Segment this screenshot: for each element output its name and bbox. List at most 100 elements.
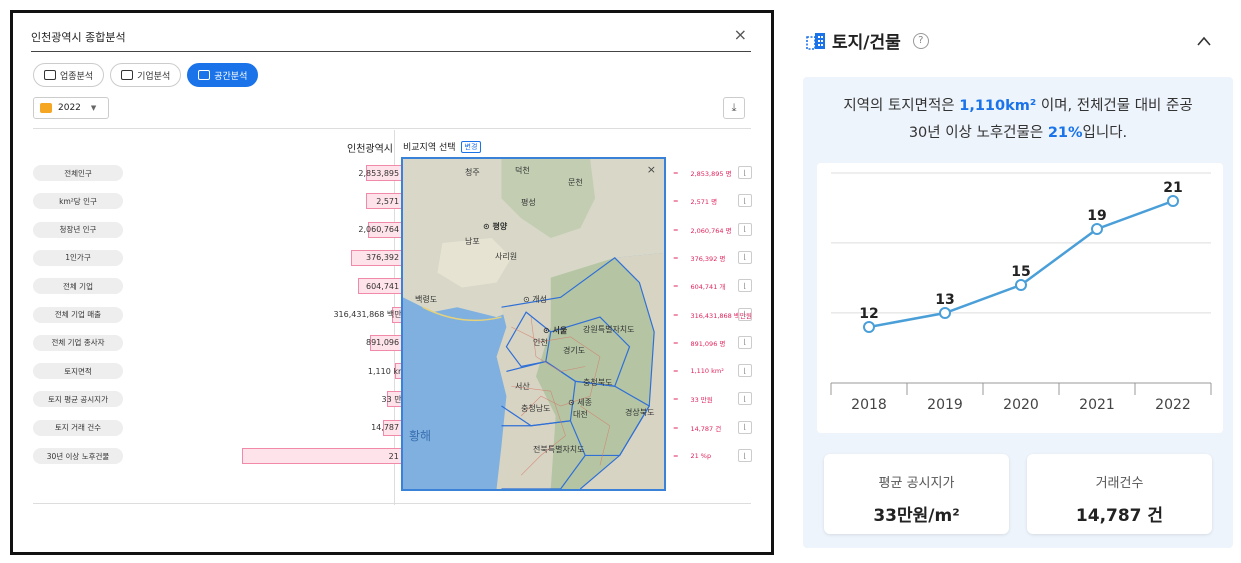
row-label: 토지면적 xyxy=(33,363,123,380)
tab-company[interactable]: 기업분석 xyxy=(110,63,182,87)
equals-sign: = xyxy=(673,310,679,319)
summary-line: 30년 이상 노후건물은 21%입니다. xyxy=(803,120,1233,147)
value-bar xyxy=(242,448,412,464)
map-label: 충청북도 xyxy=(583,378,613,387)
calendar-icon xyxy=(40,103,52,113)
stat-value: 33만원/m² xyxy=(873,506,960,526)
compare-column-header: 비교지역 선택 변경 xyxy=(403,140,482,153)
analysis-tabs: 업종분석 기업분석 공간분석 xyxy=(33,63,259,87)
map-label: 백령도 xyxy=(415,295,438,304)
chart-icon[interactable]: ⌊ xyxy=(738,166,752,179)
map-label: 사리원 xyxy=(495,252,518,261)
data-point[interactable] xyxy=(1015,279,1027,291)
x-tick-label: 2020 xyxy=(1003,397,1039,413)
row-label: km²당 인구 xyxy=(33,193,123,210)
row-label: 전체 기업 매출 xyxy=(33,306,123,323)
summary-area: 1,110km² xyxy=(959,98,1037,114)
map-label-text: 개성 xyxy=(532,295,547,304)
building-icon xyxy=(806,32,825,50)
compare-text: 376,392 명 xyxy=(690,254,726,263)
data-label: 12 xyxy=(859,306,878,322)
chevron-down-icon: ▼ xyxy=(90,104,97,112)
chevron-up-icon[interactable] xyxy=(1196,34,1212,50)
map-label-text: 세종 xyxy=(577,398,592,407)
equals-sign: = xyxy=(673,338,679,347)
download-button[interactable]: ⤓ xyxy=(723,97,745,119)
modal-title: 인천광역시 종합분석 xyxy=(31,31,126,44)
map-label: 대전 xyxy=(573,410,588,419)
x-tick-label: 2021 xyxy=(1079,397,1115,413)
data-point[interactable] xyxy=(1167,195,1179,207)
stat-card-price: 평균 공시지가 33만원/m² xyxy=(824,454,1009,534)
chart-icon[interactable]: ⌊ xyxy=(738,364,752,378)
row-label: 전체 기업 종사자 xyxy=(33,334,123,351)
data-point[interactable] xyxy=(863,321,875,333)
map-label: 충청남도 xyxy=(521,404,551,413)
compare-header-label: 비교지역 선택 xyxy=(403,143,456,153)
close-icon[interactable]: × xyxy=(734,25,747,44)
compare-value: = 604,741 개 xyxy=(673,278,725,294)
compare-value: = 2,060,764 명 xyxy=(673,222,732,238)
chart-icon[interactable]: ⌊ xyxy=(738,420,752,434)
row-label: 청장년 인구 xyxy=(33,221,123,238)
chart-icon[interactable]: ⌊ xyxy=(738,194,752,208)
summary-text: 지역의 토지면적은 1,110km² 이며, 전체건물 대비 준공 30년 이상… xyxy=(803,93,1233,147)
map-label: 경상북도 xyxy=(625,408,655,417)
data-point[interactable] xyxy=(939,307,951,319)
stat-label: 평균 공시지가 xyxy=(878,476,955,491)
equals-sign: = xyxy=(673,423,679,432)
data-label: 15 xyxy=(1011,264,1030,280)
chart-icon[interactable]: ⌊ xyxy=(738,392,752,406)
compare-value: = 21 %p xyxy=(673,448,711,464)
stat-label: 거래건수 xyxy=(1095,476,1144,491)
compare-text: 604,741 개 xyxy=(690,283,726,292)
map-label: 인천 xyxy=(533,338,548,347)
chart-icon[interactable]: ⌊ xyxy=(738,335,752,349)
row-label: 전체 기업 xyxy=(33,278,123,295)
data-label: 19 xyxy=(1087,208,1106,224)
map-label: 경기도 xyxy=(563,346,586,355)
equals-sign: = xyxy=(673,225,679,234)
compare-text: 2,060,764 명 xyxy=(690,226,732,235)
compare-text: 1,110 km² xyxy=(690,367,724,376)
equals-sign: = xyxy=(673,395,679,404)
compare-value: = 2,571 명 xyxy=(673,193,717,209)
chart-icon[interactable]: ⌊ xyxy=(738,449,752,462)
summary-text-part: 입니다. xyxy=(1082,125,1128,141)
region-column-header: 인천광역시 xyxy=(347,144,393,155)
compare-value: = 14,787 건 xyxy=(673,420,721,436)
map-label-text: 평양 xyxy=(492,222,508,231)
map-label: 청주 xyxy=(465,168,480,177)
x-tick-label: 2018 xyxy=(851,397,887,413)
summary-pct: 21% xyxy=(1047,125,1083,141)
tab-spatial[interactable]: 공간분석 xyxy=(187,63,259,87)
map-label: 서산 xyxy=(515,382,530,391)
equals-sign: = xyxy=(673,367,679,376)
chart-icon[interactable]: ⌊ xyxy=(738,279,752,293)
map-label: ⊙ 개성 xyxy=(523,295,547,304)
equals-sign: = xyxy=(673,197,679,206)
grid-icon xyxy=(44,70,56,80)
map-label: 전북특별자치도 xyxy=(533,445,585,454)
map-label: 강원특별자치도 xyxy=(583,325,635,334)
region-map[interactable]: × 청주 덕천 문천 평성 ⊙ 평양 남포 사리원 백령도 ⊙ 개성 ⊙ 서울 … xyxy=(401,157,666,491)
row-label: 30년 이상 노후건물 xyxy=(33,448,123,464)
stat-card-transactions: 거래건수 14,787 건 xyxy=(1027,454,1212,534)
close-icon[interactable]: × xyxy=(647,163,656,176)
tab-label: 기업분석 xyxy=(137,71,171,82)
year-select[interactable]: 2022 ▼ xyxy=(33,97,109,119)
change-button[interactable]: 변경 xyxy=(460,140,482,153)
map-label-text: 서울 xyxy=(552,326,568,335)
card-header: 토지/건물 ? xyxy=(806,28,929,53)
stat-value: 14,787 건 xyxy=(1075,506,1164,526)
chart-icon[interactable]: ⌊ xyxy=(738,250,752,264)
divider xyxy=(31,51,751,52)
help-icon[interactable]: ? xyxy=(912,32,929,49)
chart-icon[interactable]: ⌊ xyxy=(738,307,752,321)
x-tick-label: 2019 xyxy=(927,397,963,413)
data-point[interactable] xyxy=(1091,223,1103,235)
map-label: 문천 xyxy=(568,178,583,187)
chart-icon[interactable]: ⌊ xyxy=(738,222,752,236)
chart-svg: 12 2018 13 2019 15 2020 19 2021 21 2022 xyxy=(830,172,1212,413)
tab-industry[interactable]: 업종분석 xyxy=(33,63,105,87)
